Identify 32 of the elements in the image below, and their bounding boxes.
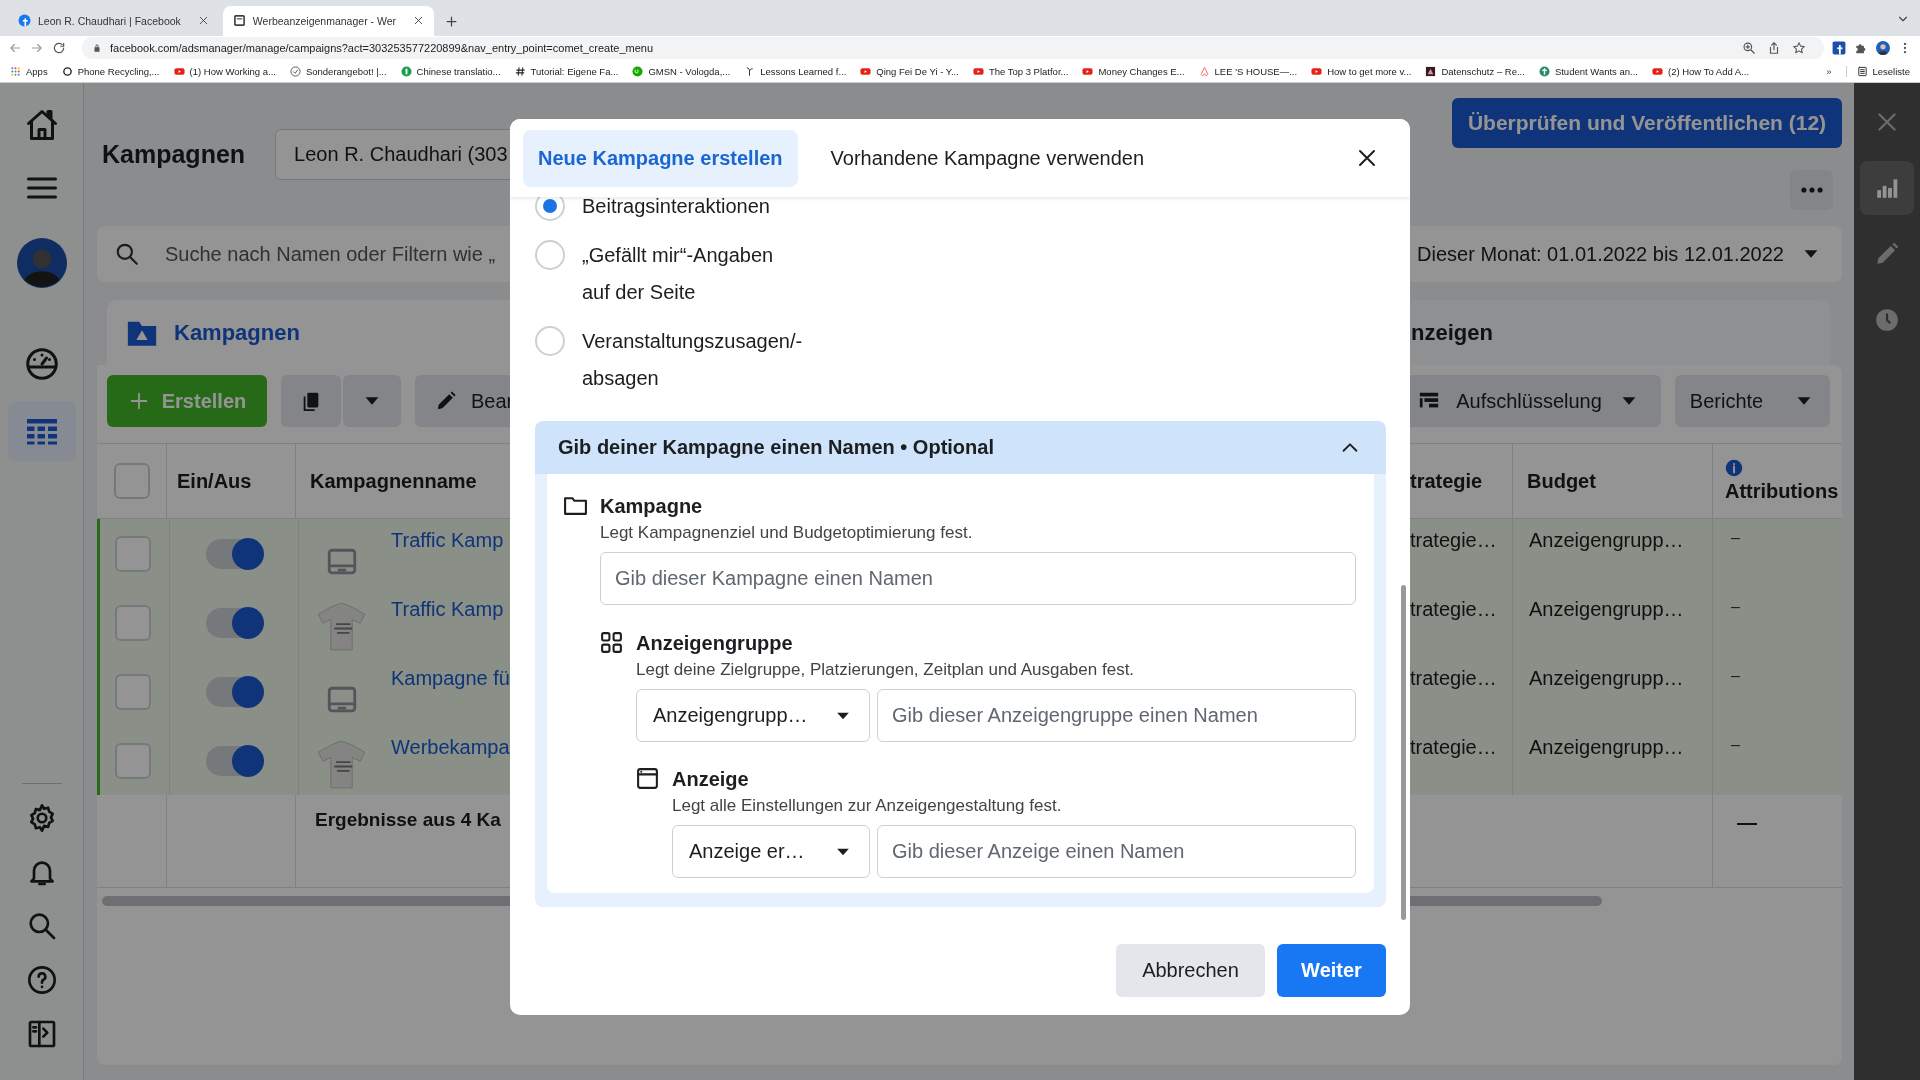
dropdown-value: Anzeigengrupp… — [653, 704, 808, 727]
column-header: trategie — [1410, 469, 1483, 493]
dropdown-value: Anzeige er… — [689, 840, 805, 863]
column-header: Ein/Aus — [177, 469, 252, 493]
table-cell-text: trategie… — [1410, 597, 1497, 621]
table-cell-text: — — [1736, 810, 1757, 834]
table-cell-text: Anzeigengrupp… — [1528, 528, 1684, 552]
level-title: Anzeigengruppe — [636, 631, 794, 656]
summary-text: Ergebnisse aus 4 Ka — [314, 809, 501, 831]
column-header: Attributions — [1725, 480, 1839, 503]
level-description: Legt alle Einstellungen zur Anzeigengestaltung fest. — [672, 795, 1063, 817]
table-cell-text: – — [1730, 597, 1740, 616]
column-header: Budget — [1527, 469, 1596, 493]
radio-label: „Gefällt mir“-Angaben auf der Seite — [582, 242, 775, 305]
table-cell-text: Anzeigengrupp… — [1528, 597, 1684, 621]
level-title: Anzeige — [672, 767, 750, 792]
radio-label: Beitragsinteraktionen — [582, 197, 770, 219]
table-cell-text: – — [1730, 735, 1740, 754]
level-description: Legt deine Zielgruppe, Platzierungen, Zeitplan und Ausgaben fest. — [636, 659, 1136, 681]
section-title: Gib deiner Kampagne einen Namen • Optional — [558, 436, 994, 459]
table-cell-text: – — [1730, 666, 1740, 685]
table-cell-text: trategie… — [1410, 735, 1497, 759]
table-cell-text: Anzeigengrupp… — [1528, 666, 1684, 690]
table-cell-text: trategie… — [1410, 528, 1497, 552]
table-cell-text: – — [1730, 528, 1740, 547]
column-header: Kampagnenname — [310, 469, 477, 493]
level-title: Kampagne — [600, 494, 704, 519]
table-cell-text: Anzeigengrupp… — [1528, 735, 1684, 759]
level-description: Legt Kampagnenziel und Budgetoptimierung fest. — [600, 522, 974, 544]
page-title: Kampagnen — [101, 139, 246, 169]
radio-label: Veranstaltungszusagen/-absagen — [582, 328, 804, 391]
table-cell-text: trategie… — [1410, 666, 1497, 690]
